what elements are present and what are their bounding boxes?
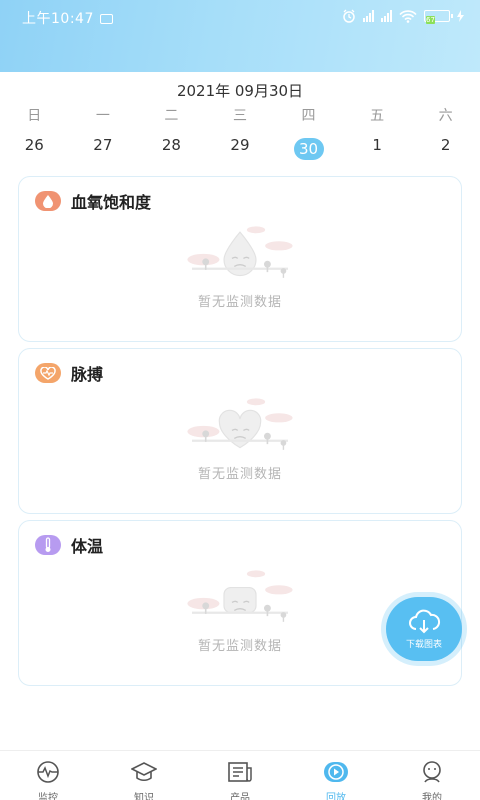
notification-icon <box>99 14 113 24</box>
newspaper-icon <box>227 761 253 787</box>
week-strip: 日 26 一 27 二 28 三 29 四 30 五 1 六 2 <box>0 104 480 160</box>
tab-item[interactable]: 产品 <box>192 751 288 800</box>
tab-label: 产品 <box>230 793 250 800</box>
bottom-tab-bar: 监控 知识 产品 回放 我的 <box>0 750 480 800</box>
blood-drop-icon <box>35 191 61 211</box>
status-bar: 上午10:47 67 <box>0 0 480 72</box>
play-circle-icon <box>323 761 349 787</box>
tab-item[interactable]: 回放 <box>288 751 384 800</box>
day-number[interactable]: 26 <box>0 132 69 158</box>
tab-label: 监控 <box>38 793 58 800</box>
day-number[interactable]: 28 <box>137 132 206 158</box>
wifi-icon <box>399 9 417 23</box>
charging-icon <box>457 10 464 22</box>
tab-item[interactable]: 知识 <box>96 751 192 800</box>
card-title: 体温 <box>71 537 104 556</box>
day-number[interactable]: 2 <box>411 132 480 158</box>
status-time: 上午10:47 <box>22 8 113 28</box>
signal-icon <box>363 10 374 22</box>
card-header: 血氧饱和度 <box>35 189 151 213</box>
thermometer-icon <box>35 535 61 555</box>
empty-state-illustration <box>187 570 293 622</box>
day-number[interactable]: 1 <box>343 132 412 158</box>
empty-state-text: 暂无监测数据 <box>197 295 282 310</box>
tab-label: 知识 <box>134 793 154 800</box>
battery-icon: 67 <box>424 10 453 24</box>
download-chart-label: 下载图表 <box>405 639 442 650</box>
status-icons: 67 <box>342 9 464 24</box>
card-title: 血氧饱和度 <box>71 193 152 212</box>
empty-state-text: 暂无监测数据 <box>197 467 282 482</box>
tab-label: 回放 <box>326 793 346 800</box>
user-face-icon <box>419 761 445 787</box>
calendar-day[interactable]: 四 30 <box>274 104 343 160</box>
metric-card[interactable]: 体温 暂无监测数据 <box>18 520 462 686</box>
weekday-label: 一 <box>95 108 110 124</box>
calendar-day[interactable]: 三 29 <box>206 104 275 158</box>
date-header[interactable]: 2021年 09月30日 <box>0 80 480 101</box>
metric-card[interactable]: 血氧饱和度暂无监测数据 <box>18 176 462 342</box>
weekday-label: 三 <box>232 108 247 124</box>
heart-pulse-icon <box>35 363 61 383</box>
empty-state: 暂无监测数据 <box>19 223 461 310</box>
calendar-day[interactable]: 一 27 <box>69 104 138 158</box>
card-header: 脉搏 <box>35 361 103 385</box>
graduation-cap-icon <box>130 761 158 787</box>
tab-item[interactable]: 我的 <box>384 751 480 800</box>
card-title: 脉搏 <box>71 365 104 384</box>
empty-state: 暂无监测数据 <box>19 395 461 482</box>
empty-state-illustration <box>187 226 293 278</box>
cloud-download-icon <box>409 609 441 633</box>
weekday-label: 日 <box>27 108 42 124</box>
calendar-day[interactable]: 五1 <box>343 104 412 158</box>
heartbeat-monitor-icon <box>35 761 61 787</box>
calendar-day[interactable]: 二 28 <box>137 104 206 158</box>
signal-icon-2 <box>381 10 392 22</box>
day-number[interactable]: 27 <box>69 132 138 158</box>
card-header: 体温 <box>35 533 103 557</box>
weekday-label: 四 <box>301 108 316 124</box>
weekday-label: 二 <box>164 108 179 124</box>
metric-card[interactable]: 脉搏暂无监测数据 <box>18 348 462 514</box>
download-chart-button[interactable]: 下载图表 <box>386 597 462 661</box>
tab-item[interactable]: 监控 <box>0 751 96 800</box>
empty-state-illustration <box>187 398 293 450</box>
day-number-selected[interactable]: 30 <box>293 138 324 160</box>
weekday-label: 五 <box>370 108 385 124</box>
tab-label: 我的 <box>422 793 442 800</box>
calendar-day[interactable]: 日 26 <box>0 104 69 158</box>
calendar-day[interactable]: 六2 <box>411 104 480 158</box>
weekday-label: 六 <box>438 108 453 124</box>
alarm-icon <box>343 9 355 23</box>
day-number[interactable]: 29 <box>206 132 275 158</box>
